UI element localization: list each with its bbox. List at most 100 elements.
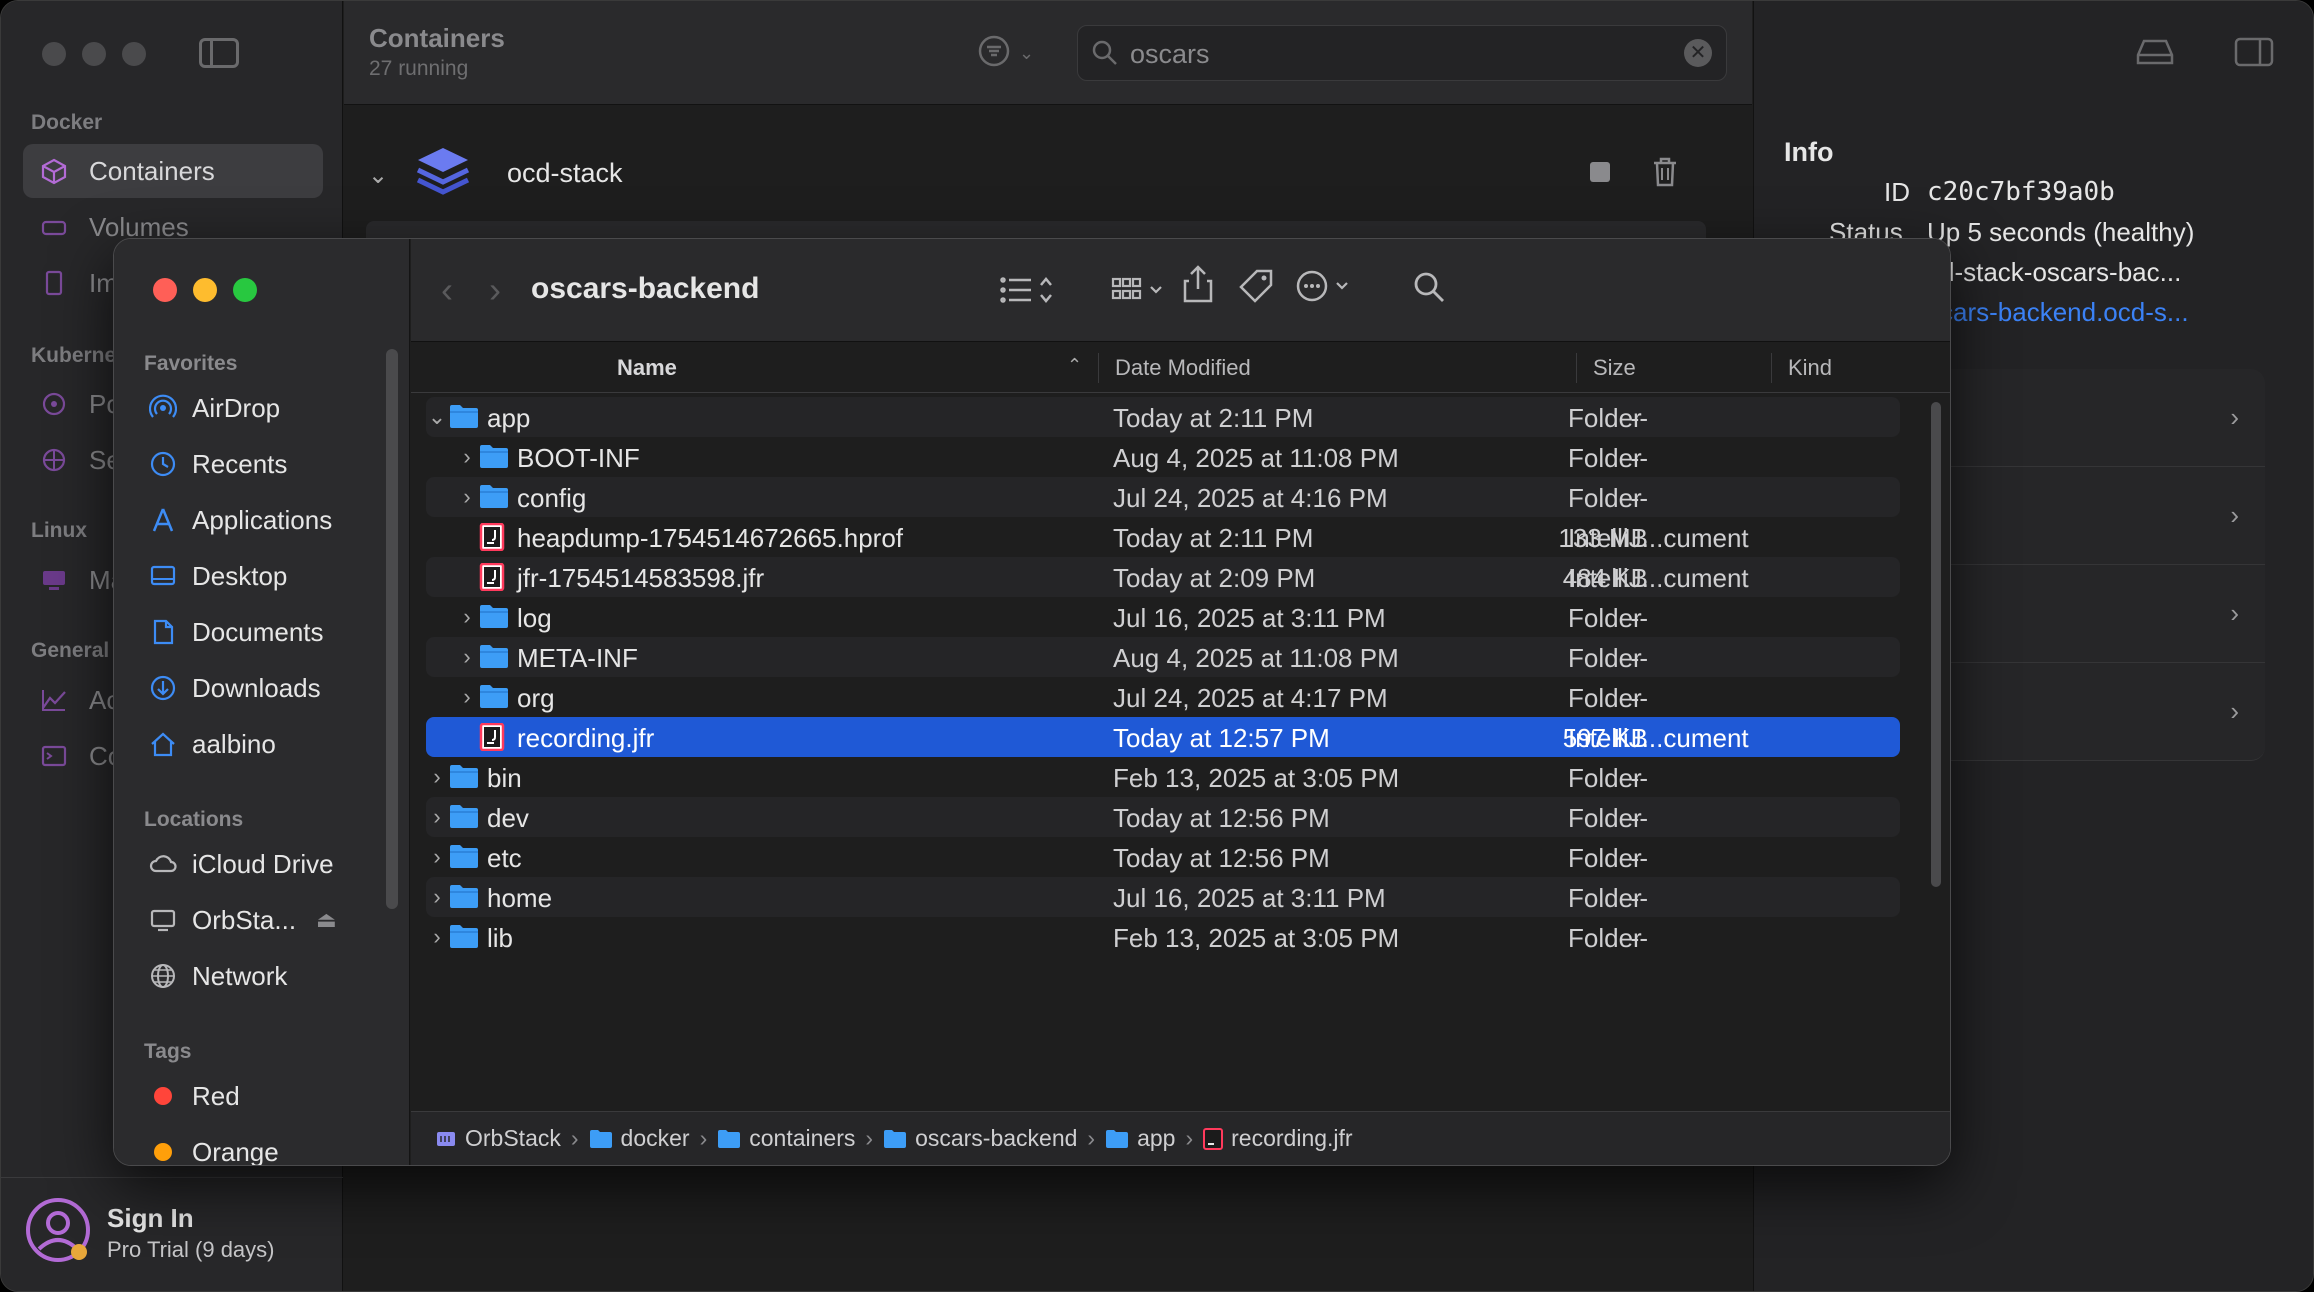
sidebar-item-airdrop[interactable]: AirDrop: [148, 388, 280, 428]
inspector-toggle-icon[interactable]: [2234, 37, 2274, 72]
search-input[interactable]: oscars: [1130, 39, 1210, 70]
sidebar-item-downloads[interactable]: Downloads: [148, 668, 321, 708]
sidebar-item-home[interactable]: aalbino: [148, 724, 276, 764]
share-icon[interactable]: [1181, 263, 1215, 310]
table-row[interactable]: ⌄ app Today at 2:11 PM -- Folder: [426, 397, 1900, 437]
chevron-down-icon[interactable]: ⌄: [368, 161, 388, 190]
breadcrumb-label: oscars-backend: [915, 1125, 1078, 1151]
finder-toolbar: ‹ › oscars-backend: [411, 239, 1950, 342]
minimize-button[interactable]: [193, 278, 217, 302]
column-date-modified[interactable]: Date Modified: [1115, 355, 1251, 381]
disclosure-collapsed-icon[interactable]: ›: [425, 884, 449, 910]
breadcrumb-item[interactable]: oscars-backend ›: [883, 1125, 1105, 1152]
disclosure-collapsed-icon[interactable]: ›: [455, 684, 479, 710]
info-card-1[interactable]: ›: [1905, 369, 2265, 467]
sidebar-item-network[interactable]: Network: [148, 956, 287, 996]
sidebar-tag-orange[interactable]: Orange: [148, 1132, 279, 1165]
breadcrumb-item[interactable]: recording.jfr: [1203, 1125, 1353, 1152]
folder-icon: [479, 443, 509, 471]
table-row[interactable]: › home Jul 16, 2025 at 3:11 PM -- Folder: [426, 877, 1900, 917]
eject-icon[interactable]: ⏏: [316, 907, 337, 933]
table-row[interactable]: › log Jul 16, 2025 at 3:11 PM -- Folder: [426, 597, 1900, 637]
disclosure-collapsed-icon[interactable]: ›: [455, 484, 479, 510]
list-view-icon[interactable]: [999, 273, 1055, 312]
disclosure-collapsed-icon[interactable]: ›: [425, 924, 449, 950]
disclosure-expanded-icon[interactable]: ⌄: [425, 404, 449, 430]
table-row[interactable]: › dev Today at 12:56 PM -- Folder: [426, 797, 1900, 837]
file-name: etc: [487, 843, 522, 873]
table-row[interactable]: heapdump-1754514672665.hprof Today at 2:1…: [426, 517, 1900, 557]
breadcrumb-item[interactable]: app ›: [1105, 1125, 1203, 1152]
table-row[interactable]: › lib Feb 13, 2025 at 3:05 PM -- Folder: [426, 917, 1900, 950]
sidebar-item-applications[interactable]: Applications: [148, 500, 332, 540]
breadcrumb-item[interactable]: containers ›: [717, 1125, 883, 1152]
path-bar: OrbStack › docker › containers › oscars-backen…: [411, 1111, 1950, 1165]
disclosure-collapsed-icon[interactable]: ›: [425, 844, 449, 870]
table-row[interactable]: › org Jul 24, 2025 at 4:17 PM -- Folder: [426, 677, 1900, 717]
zoom-button[interactable]: [233, 278, 257, 302]
sidebar-item-containers[interactable]: Containers: [23, 144, 323, 198]
table-row[interactable]: › etc Today at 12:56 PM -- Folder: [426, 837, 1900, 877]
breadcrumb-item[interactable]: docker ›: [589, 1125, 718, 1152]
minimize-button[interactable]: [82, 42, 106, 66]
stop-icon[interactable]: [1590, 162, 1610, 182]
tag-icon[interactable]: [1237, 267, 1275, 310]
disclosure-collapsed-icon[interactable]: ›: [425, 804, 449, 830]
table-row[interactable]: jfr-1754514583598.jfr Today at 2:09 PM 484…: [426, 557, 1900, 597]
more-actions-icon[interactable]: [1295, 269, 1355, 308]
drive-icon[interactable]: [2134, 37, 2176, 72]
search-icon[interactable]: [1411, 269, 1447, 310]
sign-in-label[interactable]: Sign In: [107, 1203, 194, 1234]
sidebar-item-desktop[interactable]: Desktop: [148, 556, 287, 596]
chevron-right-icon: ›: [2230, 598, 2239, 628]
info-card-3[interactable]: nal›: [1905, 565, 2265, 663]
clear-search-icon[interactable]: ✕: [1684, 39, 1712, 67]
info-card-2[interactable]: g›: [1905, 467, 2265, 565]
sidebar-item-label: Containers: [89, 155, 215, 186]
trial-status: Pro Trial (9 days): [107, 1237, 275, 1262]
trash-icon[interactable]: [1651, 156, 1679, 193]
sidebar-item-recents[interactable]: Recents: [148, 444, 287, 484]
info-card-4[interactable]: ›: [1905, 663, 2265, 761]
zoom-button[interactable]: [122, 42, 146, 66]
table-row[interactable]: › config Jul 24, 2025 at 4:16 PM -- Folder: [426, 477, 1900, 517]
column-divider[interactable]: [1576, 353, 1577, 383]
file-list-scrollbar[interactable]: [1931, 402, 1941, 887]
avatar[interactable]: [25, 1197, 91, 1263]
table-row[interactable]: › BOOT-INF Aug 4, 2025 at 11:08 PM -- Folder: [426, 437, 1900, 477]
filter-menu-button[interactable]: ⌄: [977, 35, 1047, 70]
column-name[interactable]: Name: [617, 355, 677, 381]
disclosure-collapsed-icon[interactable]: ›: [425, 764, 449, 790]
sidebar-item-label: Documents: [192, 616, 324, 647]
column-divider[interactable]: [1771, 353, 1772, 383]
sidebar-tag-red[interactable]: Red: [148, 1076, 240, 1116]
file-name: BOOT-INF: [517, 443, 640, 473]
disclosure-collapsed-icon[interactable]: ›: [455, 604, 479, 630]
file-name: bin: [487, 763, 522, 793]
sidebar-item-icloud[interactable]: iCloud Drive: [148, 844, 334, 884]
container-group-row[interactable]: ⌄ ocd-stack: [344, 106, 1752, 236]
folder-icon: [449, 763, 479, 791]
table-row[interactable]: recording.jfr Today at 12:57 PM 597 KB Inte…: [426, 717, 1900, 757]
domain-link[interactable]: scars-backend.ocd-s...: [1927, 297, 2189, 328]
column-size[interactable]: Size: [1593, 355, 1636, 381]
sidebar-scrollbar[interactable]: [386, 349, 398, 909]
breadcrumb-item[interactable]: OrbStack ›: [435, 1125, 589, 1152]
disclosure-collapsed-icon[interactable]: ›: [455, 444, 479, 470]
sidebar-item-documents[interactable]: Documents: [148, 612, 324, 652]
group-view-icon[interactable]: [1111, 273, 1167, 312]
folder-icon: [479, 643, 509, 671]
sidebar-item-orbstack[interactable]: OrbSta... ⏏: [148, 900, 337, 940]
close-button[interactable]: [153, 278, 177, 302]
sidebar-toggle-icon[interactable]: [199, 38, 239, 68]
back-button[interactable]: ‹: [441, 269, 453, 311]
table-row[interactable]: › bin Feb 13, 2025 at 3:05 PM -- Folder: [426, 757, 1900, 797]
search-field[interactable]: oscars ✕: [1077, 25, 1727, 81]
table-row[interactable]: › META-INF Aug 4, 2025 at 11:08 PM -- Folder: [426, 637, 1900, 677]
column-divider[interactable]: [1098, 353, 1099, 383]
column-kind[interactable]: Kind: [1788, 355, 1832, 381]
disclosure-collapsed-icon[interactable]: ›: [455, 644, 479, 670]
finder-sidebar: Favorites AirDrop Recents Applications D…: [114, 239, 410, 1165]
forward-button[interactable]: ›: [489, 269, 501, 311]
close-button[interactable]: [42, 42, 66, 66]
